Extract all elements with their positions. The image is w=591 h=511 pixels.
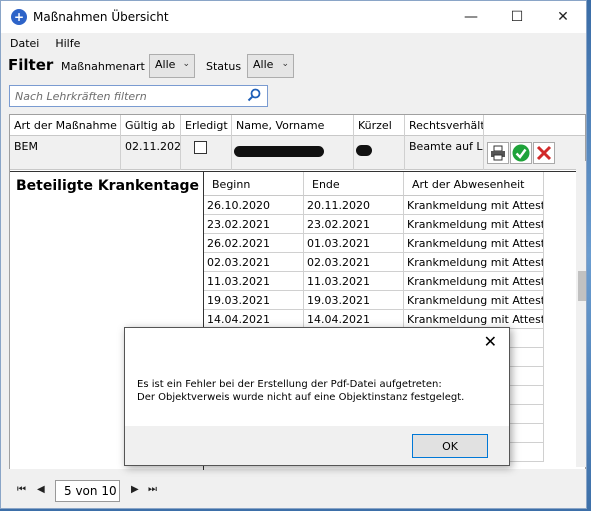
col-rechts[interactable]: Rechtsverhälti (405, 115, 484, 136)
printer-icon (491, 145, 505, 161)
prev-record-button[interactable]: ◀ (37, 484, 45, 495)
dialog-message-line-2: Der Objektverweis wurde nicht auf eine O… (137, 392, 465, 403)
cell-art: Krankmeldung mit Attest (404, 272, 544, 291)
maximize-button[interactable]: ☐ (494, 1, 540, 33)
dialog-message-line-1: Es ist ein Fehler bei der Erstellung der… (137, 379, 442, 390)
cancel-button[interactable] (533, 142, 555, 164)
table-row[interactable]: 23.02.2021 23.02.2021 Krankmeldung mit Att… (204, 215, 578, 234)
menu-hilfe[interactable]: Hilfe (46, 35, 87, 53)
menu-datei[interactable]: Datei (1, 35, 46, 53)
cell-ende: 11.03.2021 (304, 272, 404, 291)
table-row[interactable]: 19.03.2021 19.03.2021 Krankmeldung mit Att… (204, 291, 578, 310)
vertical-scrollbar[interactable] (576, 161, 586, 467)
col-ende[interactable]: Ende (304, 172, 404, 196)
status-select[interactable]: Alle ⌄ (247, 54, 294, 78)
record-position[interactable]: 5 von 10 (55, 480, 120, 502)
cell-beginn: 26.02.2021 (204, 234, 304, 253)
table-row[interactable]: 11.03.2021 11.03.2021 Krankmeldung mit Att… (204, 272, 578, 291)
col-art[interactable]: Art der Maßnahme (10, 115, 121, 136)
cell-ende: 20.11.2020 (304, 196, 404, 215)
cell-beginn: 23.02.2021 (204, 215, 304, 234)
search-placeholder: Nach Lehrkräften filtern (15, 90, 147, 103)
massnahmenart-label: Maßnahmenart (61, 60, 145, 73)
app-icon: + (11, 9, 27, 25)
cell-ende: 19.03.2021 (304, 291, 404, 310)
cell-art: Krankmeldung mit Attest (404, 253, 544, 272)
redacted-name (234, 146, 324, 157)
confirm-button[interactable] (510, 142, 532, 164)
chevron-down-icon: ⌄ (281, 59, 289, 69)
col-name[interactable]: Name, Vorname (232, 115, 354, 136)
col-beginn[interactable]: Beginn (204, 172, 304, 196)
cell-art: BEM (10, 136, 121, 170)
dialog-body: ✕ Es ist ein Fehler bei der Erstellung d… (125, 328, 509, 426)
cell-art: Krankmeldung mit Attest (404, 196, 544, 215)
ok-button[interactable]: OK (412, 434, 488, 458)
status-label: Status (206, 60, 242, 73)
filter-title: Filter (8, 56, 54, 74)
grid-header: Art der Maßnahme Gültig ab Erledigt Name… (10, 115, 585, 136)
cell-rechts: Beamte auf Le (405, 136, 484, 170)
col-kuerzel[interactable]: Kürzel (354, 115, 405, 136)
table-row[interactable]: 26.02.2021 01.03.2021 Krankmeldung mit Att… (204, 234, 578, 253)
cell-ende: 23.02.2021 (304, 215, 404, 234)
dialog-message: Es ist ein Fehler bei der Erstellung der… (137, 378, 464, 404)
filter-bar: Filter Maßnahmenart Alle ⌄ Status Alle ⌄ (1, 54, 586, 80)
table-row[interactable]: 02.03.2021 02.03.2021 Krankmeldung mit Att… (204, 253, 578, 272)
cell-ende: 01.03.2021 (304, 234, 404, 253)
first-record-button[interactable]: ⏮ (17, 484, 26, 495)
close-button[interactable]: ✕ (540, 1, 586, 33)
print-button[interactable] (487, 142, 509, 164)
cell-art: Krankmeldung mit Attest (404, 291, 544, 310)
status-value: Alle (253, 58, 274, 71)
dialog-close-button[interactable]: ✕ (484, 332, 497, 351)
cell-kuerzel (354, 136, 405, 170)
search-icon[interactable] (247, 88, 261, 102)
cell-art: Krankmeldung mit Attest (404, 215, 544, 234)
col-art-abwesenheit[interactable]: Art der Abwesenheit (404, 172, 544, 196)
redacted-kuerzel (356, 145, 372, 156)
window-title: Maßnahmen Übersicht (33, 10, 169, 24)
massnahmenart-value: Alle (155, 58, 176, 71)
cell-beginn: 02.03.2021 (204, 253, 304, 272)
record-navigator: ⏮ ◀ 5 von 10 ▶ ⏭ (1, 476, 586, 506)
cell-beginn: 19.03.2021 (204, 291, 304, 310)
title-bar: + Maßnahmen Übersicht — ☐ ✕ (1, 1, 586, 33)
search-input[interactable]: Nach Lehrkräften filtern (9, 85, 268, 107)
main-window: + Maßnahmen Übersicht — ☐ ✕ Datei Hilfe … (0, 0, 587, 509)
erledigt-checkbox[interactable] (194, 141, 207, 154)
cell-name (232, 136, 354, 170)
check-icon (512, 144, 530, 162)
table-row[interactable]: 26.10.2020 20.11.2020 Krankmeldung mit Att… (204, 196, 578, 215)
menu-bar: Datei Hilfe (1, 35, 87, 53)
table-row[interactable]: BEM 02.11.2021 Beamte auf Le (10, 136, 585, 170)
chevron-down-icon: ⌄ (182, 59, 190, 69)
cell-beginn: 11.03.2021 (204, 272, 304, 291)
col-gueltig[interactable]: Gültig ab (121, 115, 181, 136)
col-erledigt[interactable]: Erledigt (181, 115, 232, 136)
next-record-button[interactable]: ▶ (131, 484, 139, 495)
cell-art: Krankmeldung mit Attest (404, 234, 544, 253)
detail-title: Beteiligte Krankentage (16, 178, 200, 194)
last-record-button[interactable]: ⏭ (148, 484, 157, 495)
cell-gueltig: 02.11.2021 (121, 136, 181, 170)
cell-beginn: 26.10.2020 (204, 196, 304, 215)
scrollbar-thumb[interactable] (578, 271, 586, 301)
error-dialog: ✕ Es ist ein Fehler bei der Erstellung d… (124, 327, 510, 466)
massnahmenart-select[interactable]: Alle ⌄ (149, 54, 195, 78)
cell-erledigt (181, 136, 232, 170)
cross-icon (536, 145, 552, 161)
minimize-button[interactable]: — (448, 1, 494, 33)
cell-ende: 02.03.2021 (304, 253, 404, 272)
